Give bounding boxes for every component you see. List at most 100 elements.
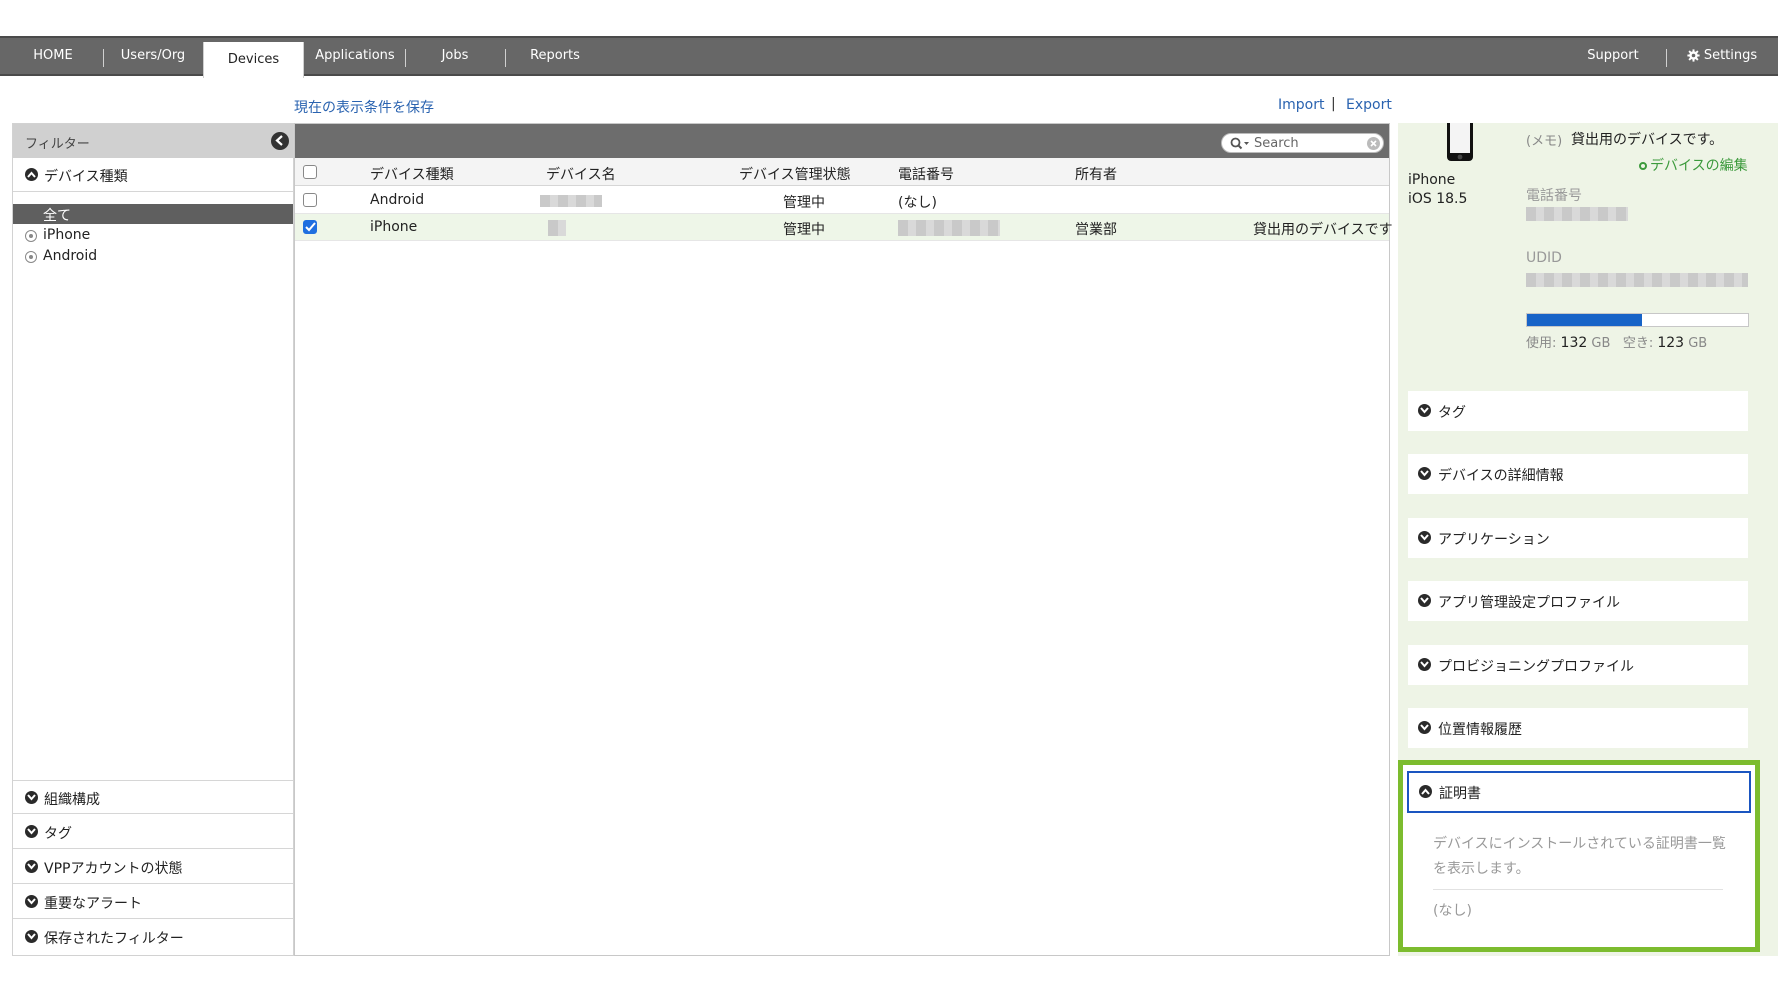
cell-management-status: 管理中 [783, 195, 825, 211]
column-device-type[interactable]: デバイス種類 [370, 164, 454, 184]
nav-applications[interactable]: Applications [310, 38, 400, 74]
section-label: プロビジョニングプロファイル [1438, 659, 1634, 675]
chevron-down-icon [1418, 594, 1431, 607]
nav-home[interactable]: HOME [20, 38, 86, 74]
nav-separator [1666, 49, 1667, 67]
certificate-title: 証明書 [1439, 786, 1481, 802]
chevron-down-icon [1418, 404, 1431, 417]
filter-title: フィルター [25, 137, 90, 152]
radio-icon [25, 251, 37, 263]
filter-option-all[interactable]: 全て [13, 204, 293, 224]
section-app-config-profile[interactable]: アプリ管理設定プロファイル [1408, 581, 1748, 621]
nav-reports[interactable]: Reports [520, 38, 590, 74]
cell-memo: 貸出用のデバイスです [1253, 222, 1393, 238]
memo-text: 貸出用のデバイスです。 [1571, 132, 1724, 148]
column-phone-number[interactable]: 電話番号 [898, 164, 954, 184]
nav-separator [103, 49, 104, 67]
chevron-down-icon [25, 791, 38, 804]
link-separator: | [1331, 96, 1336, 112]
redacted-udid-value [1526, 273, 1748, 287]
nav-devices[interactable]: Devices [203, 42, 304, 78]
section-tag[interactable]: タグ [1408, 391, 1748, 431]
certificate-description: デバイスにインストールされている証明書一覧を表示します。 [1433, 836, 1726, 877]
collapse-left-icon[interactable] [271, 132, 289, 150]
chevron-down-icon [1418, 467, 1431, 480]
storage-used-label: 使用: [1526, 336, 1557, 351]
filter-section-alerts[interactable]: 重要なアラート [13, 885, 293, 919]
chevron-down-icon [1418, 531, 1431, 544]
table-row-selected[interactable]: iPhone 管理中 営業部 貸出用のデバイスです [295, 214, 1393, 241]
device-name: iPhone [1408, 172, 1456, 188]
device-table: Search デバイス種類 デバイス名 デバイス管理状態 電話番号 所有者 An… [294, 123, 1393, 956]
chevron-up-icon [25, 168, 38, 181]
filter-section-vpp[interactable]: VPPアカウントの状態 [13, 850, 293, 884]
filter-section-org[interactable]: 組織構成 [13, 780, 293, 814]
filter-panel: フィルター デバイス種類 全て iPhone Android 組織構成 タグ V… [12, 123, 294, 956]
cell-device-type: iPhone [370, 219, 418, 235]
table-toolbar: Search [295, 124, 1389, 158]
nav-jobs[interactable]: Jobs [420, 38, 490, 74]
nav-users-org[interactable]: Users/Org [110, 38, 196, 74]
clear-icon[interactable] [1367, 137, 1380, 150]
select-all-checkbox[interactable] [303, 165, 317, 179]
radio-icon [25, 230, 37, 242]
column-device-name[interactable]: デバイス名 [546, 164, 616, 184]
filter-section-label: 保存されたフィルター [44, 931, 184, 947]
device-os-version: iOS 18.5 [1408, 191, 1468, 207]
section-device-details[interactable]: デバイスの詳細情報 [1408, 454, 1748, 494]
iphone-device-image [1447, 123, 1473, 161]
certificate-empty: (なし) [1433, 903, 1472, 919]
certificate-highlight: 証明書 デバイスにインストールされている証明書一覧を表示します。 (なし) [1398, 760, 1760, 952]
redacted-phone-number [898, 220, 1000, 236]
filter-option-label: 全て [43, 208, 71, 224]
edit-device-label: デバイスの編集 [1650, 158, 1748, 174]
section-applications[interactable]: アプリケーション [1408, 518, 1748, 558]
section-label: アプリ管理設定プロファイル [1438, 595, 1620, 611]
filter-section-label: 組織構成 [44, 792, 100, 808]
cell-device-type: Android [370, 192, 425, 208]
filter-section-device-type[interactable]: デバイス種類 [13, 158, 293, 192]
section-location-history[interactable]: 位置情報履歴 [1408, 708, 1748, 748]
import-link[interactable]: Import [1278, 97, 1324, 113]
nav-support[interactable]: Support [1578, 38, 1648, 74]
filter-section-label: VPPアカウントの状態 [44, 861, 183, 877]
table-row[interactable]: Android 管理中 (なし) [295, 187, 1389, 214]
search-placeholder: Search [1254, 136, 1299, 151]
top-navigation: HOME Users/Org Devices Applications Jobs… [0, 36, 1778, 78]
memo-label: (メモ) [1526, 134, 1563, 149]
section-label: 位置情報履歴 [1438, 722, 1522, 738]
chevron-down-icon [1418, 721, 1431, 734]
edit-device-link[interactable]: デバイスの編集 [1639, 155, 1748, 175]
chevron-down-icon [25, 930, 38, 943]
table-header: デバイス種類 デバイス名 デバイス管理状態 電話番号 所有者 [295, 158, 1389, 186]
storage-used-value: 132 [1560, 335, 1588, 351]
devices-page: HOME Users/Org Devices Applications Jobs… [0, 0, 1778, 1000]
search-icon [1230, 137, 1249, 150]
filter-option-label: Android [43, 248, 98, 264]
redacted-phone-value [1526, 207, 1628, 221]
row-checkbox-checked[interactable] [303, 220, 317, 234]
section-label: デバイスの詳細情報 [1438, 468, 1564, 484]
storage-used-fill [1527, 314, 1642, 326]
row-checkbox[interactable] [303, 193, 317, 207]
column-owner[interactable]: 所有者 [1075, 164, 1117, 184]
section-certificate[interactable]: 証明書 [1407, 771, 1751, 813]
storage-summary: 使用: 132 GB 空き: 123 GB [1526, 332, 1707, 351]
filter-section-saved[interactable]: 保存されたフィルター [13, 920, 293, 954]
chevron-down-icon [25, 825, 38, 838]
edit-icon [1639, 162, 1647, 170]
chevron-down-icon [25, 895, 38, 908]
redacted-device-name [540, 195, 602, 207]
section-label: タグ [1438, 405, 1466, 421]
filter-option-label: iPhone [43, 227, 91, 243]
column-management-status[interactable]: デバイス管理状態 [739, 164, 851, 184]
filter-section-tag[interactable]: タグ [13, 815, 293, 849]
section-provisioning-profile[interactable]: プロビジョニングプロファイル [1408, 645, 1748, 685]
gear-icon [1687, 49, 1700, 62]
redacted-device-name [548, 220, 566, 236]
save-view-link[interactable]: 現在の表示条件を保存 [294, 97, 434, 117]
nav-settings[interactable]: Settings [1680, 38, 1764, 74]
storage-free-value: 123 [1657, 335, 1685, 351]
search-input[interactable]: Search [1221, 133, 1384, 153]
export-link[interactable]: Export [1346, 97, 1392, 113]
